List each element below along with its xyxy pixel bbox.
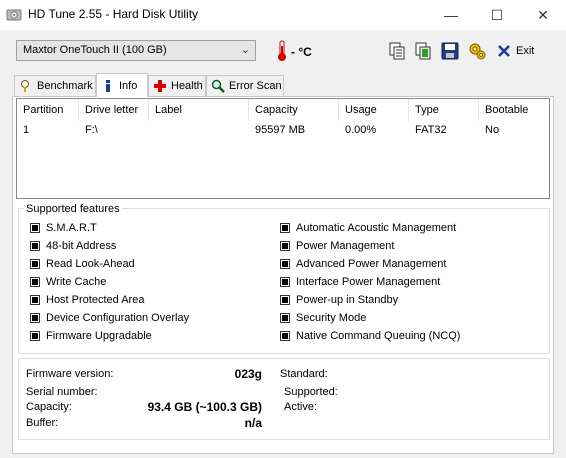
features-left-column: S.M.A.R.T 48-bit Address Read Look-Ahead…: [30, 219, 270, 345]
feature-ncq: Native Command Queuing (NCQ): [280, 327, 540, 345]
feature-label: Read Look-Ahead: [46, 258, 135, 270]
error-scan-icon: [211, 79, 225, 93]
partition-list[interactable]: Partition Drive letter Label Capacity Us…: [16, 98, 550, 199]
supported-features-title: Supported features: [24, 203, 122, 215]
capacity-value: 93.4 GB (~100.3 GB): [147, 400, 262, 414]
drive-select-value: Maxtor OneTouch II (100 GB): [23, 44, 167, 56]
supported-label: Supported:: [284, 386, 338, 398]
thermometer-icon: [276, 40, 288, 62]
exit-button[interactable]: Exit: [497, 38, 551, 64]
feature-label: Power-up in Standby: [296, 294, 399, 306]
chevron-down-icon: ⌄: [240, 44, 250, 56]
feature-power-up-in-standby: Power-up in Standby: [280, 291, 540, 309]
standard-label: Standard:: [280, 368, 328, 380]
exit-icon: [498, 45, 510, 57]
feature-label: Security Mode: [296, 312, 367, 324]
tab-benchmark[interactable]: Benchmark: [14, 75, 96, 96]
checkbox: [30, 313, 40, 323]
exit-label: Exit: [516, 45, 535, 57]
feature-advanced-power-management: Advanced Power Management: [280, 255, 540, 273]
health-icon: [153, 79, 167, 93]
checkbox: [280, 223, 290, 233]
feature-label: Firmware Upgradable: [46, 330, 152, 342]
feature-label: Host Protected Area: [46, 294, 145, 306]
buffer-value: n/a: [244, 416, 262, 430]
checkbox: [30, 241, 40, 251]
minimize-button[interactable]: —: [428, 0, 474, 30]
feature-host-protected-area: Host Protected Area: [30, 291, 270, 309]
checkbox: [280, 241, 290, 251]
feature-write-cache: Write Cache: [30, 273, 270, 291]
checkbox: [30, 277, 40, 287]
checkbox: [280, 295, 290, 305]
app-icon: [6, 7, 22, 23]
cell-bootable: No: [485, 124, 500, 136]
drive-select[interactable]: Maxtor OneTouch II (100 GB) ⌄: [16, 40, 256, 61]
feature-read-look-ahead: Read Look-Ahead: [30, 255, 270, 273]
checkbox: [280, 259, 290, 269]
column-header-partition[interactable]: Partition: [17, 99, 79, 121]
feature-label: 48-bit Address: [46, 240, 117, 252]
checkbox: [30, 259, 40, 269]
tab-error-scan-label: Error Scan: [229, 80, 282, 92]
feature-power-management: Power Management: [280, 237, 540, 255]
cell-capacity: 95597 MB: [255, 124, 306, 136]
feature-label: Automatic Acoustic Management: [296, 222, 457, 234]
options-icon[interactable]: [467, 41, 487, 61]
buffer-label: Buffer:: [26, 417, 59, 429]
checkbox: [30, 223, 40, 233]
active-label: Active:: [284, 401, 318, 413]
serial-label: Serial number:: [26, 386, 98, 398]
firmware-label: Firmware version:: [26, 368, 114, 380]
feature-smart: S.M.A.R.T: [30, 219, 270, 237]
cell-drive-letter: F:\: [85, 124, 98, 136]
checkbox: [280, 331, 290, 341]
column-header-drive-letter[interactable]: Drive letter: [79, 99, 149, 121]
checkbox: [280, 313, 290, 323]
column-header-bootable[interactable]: Bootable: [479, 99, 549, 121]
checkbox: [30, 331, 40, 341]
tab-health[interactable]: Health: [148, 75, 206, 96]
temperature-readout: - °C: [291, 45, 312, 59]
feature-label: S.M.A.R.T: [46, 222, 97, 234]
cell-partition: 1: [23, 124, 30, 136]
tab-health-label: Health: [171, 80, 203, 92]
benchmark-icon: [19, 79, 33, 93]
capacity-label: Capacity:: [26, 401, 72, 413]
feature-label: Device Configuration Overlay: [46, 312, 190, 324]
copy-all-icon[interactable]: [413, 41, 433, 61]
maximize-button[interactable]: ☐: [474, 0, 520, 30]
save-icon[interactable]: [440, 41, 460, 61]
tab-benchmark-label: Benchmark: [37, 80, 93, 92]
tab-info[interactable]: Info: [96, 73, 148, 97]
feature-label: Native Command Queuing (NCQ): [296, 330, 461, 342]
info-icon: [101, 79, 115, 93]
copy-icon[interactable]: [387, 41, 407, 61]
features-right-column: Automatic Acoustic Management Power Mana…: [280, 219, 540, 345]
close-button[interactable]: ✕: [520, 0, 566, 30]
feature-device-configuration-overlay: Device Configuration Overlay: [30, 309, 270, 327]
checkbox: [30, 295, 40, 305]
feature-label: Write Cache: [46, 276, 107, 288]
feature-label: Power Management: [296, 240, 395, 252]
cell-type: FAT32: [415, 124, 447, 136]
table-row[interactable]: 1 F:\ 95597 MB 0.00% FAT32 No: [17, 121, 549, 141]
feature-security-mode: Security Mode: [280, 309, 540, 327]
feature-automatic-acoustic-management: Automatic Acoustic Management: [280, 219, 540, 237]
column-header-type[interactable]: Type: [409, 99, 479, 121]
feature-label: Advanced Power Management: [296, 258, 447, 270]
column-header-label[interactable]: Label: [149, 99, 249, 121]
column-header-usage[interactable]: Usage: [339, 99, 409, 121]
firmware-value: 023g: [234, 367, 262, 381]
feature-48bit-address: 48-bit Address: [30, 237, 270, 255]
column-header-capacity[interactable]: Capacity: [249, 99, 339, 121]
window-title: HD Tune 2.55 - Hard Disk Utility: [28, 7, 199, 21]
feature-firmware-upgradable: Firmware Upgradable: [30, 327, 270, 345]
feature-label: Interface Power Management: [296, 276, 441, 288]
feature-interface-power-management: Interface Power Management: [280, 273, 540, 291]
cell-usage: 0.00%: [345, 124, 377, 136]
tab-error-scan[interactable]: Error Scan: [206, 75, 284, 96]
tab-info-label: Info: [119, 79, 138, 92]
checkbox: [280, 277, 290, 287]
